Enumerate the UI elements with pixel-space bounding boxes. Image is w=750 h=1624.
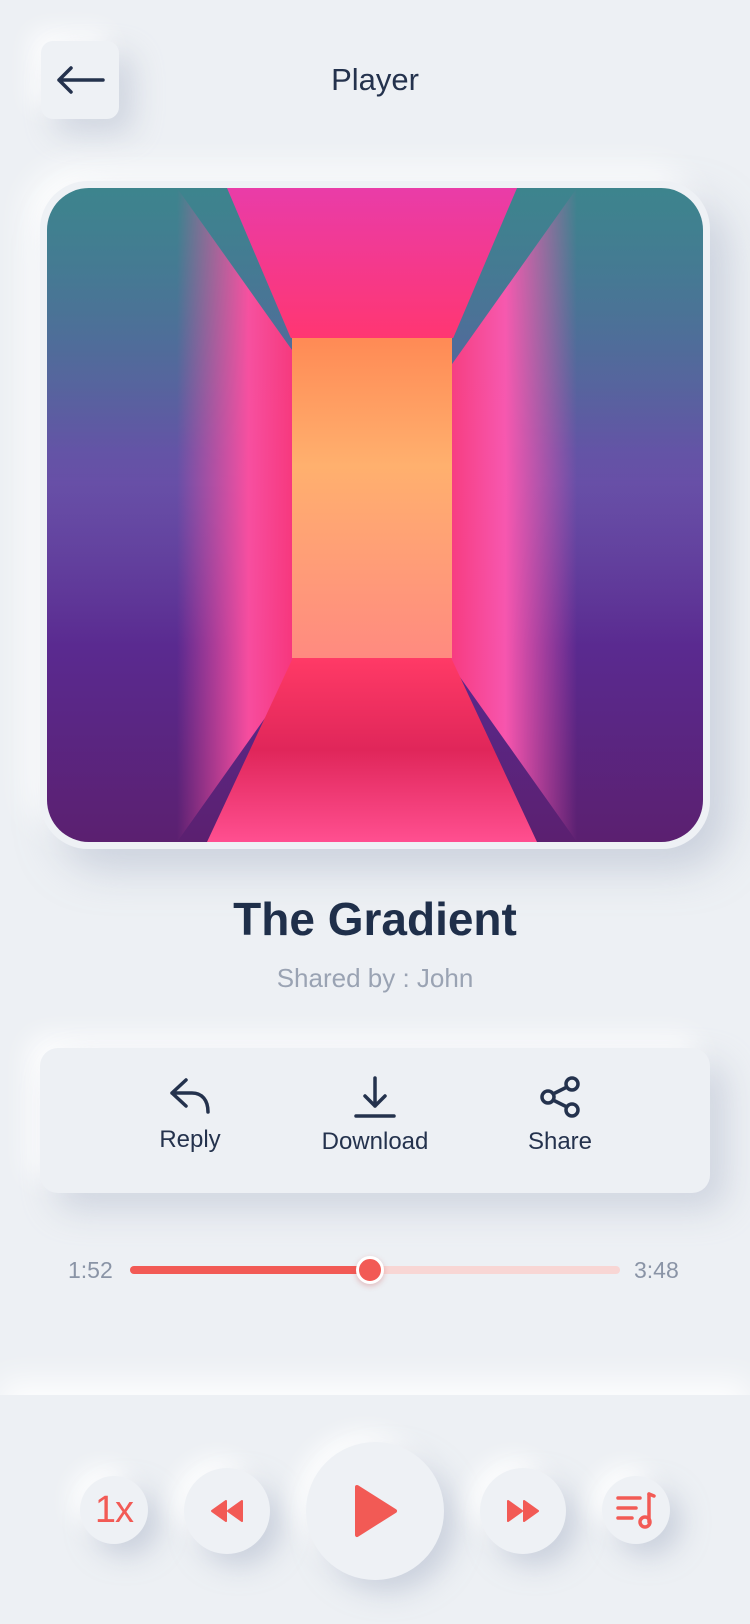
fast-forward-icon	[507, 1500, 539, 1522]
speed-icon: 1x	[94, 1488, 134, 1531]
share-icon	[540, 1076, 580, 1118]
play-button[interactable]	[306, 1442, 444, 1580]
speed-button[interactable]: 1x	[80, 1476, 148, 1544]
progress-slider[interactable]	[130, 1256, 620, 1284]
reply-button[interactable]: Reply	[110, 1076, 270, 1154]
play-icon	[355, 1485, 397, 1537]
reply-label: Reply	[159, 1126, 221, 1153]
track-title: The Gradient	[233, 893, 517, 945]
album-art-frame	[40, 181, 710, 849]
rewind-icon	[211, 1500, 243, 1522]
track-shared-by: Shared by : John	[276, 963, 474, 993]
playlist-button[interactable]	[602, 1476, 670, 1544]
download-icon	[354, 1076, 396, 1118]
current-time: 1:52	[68, 1257, 113, 1283]
total-time: 3:48	[634, 1257, 679, 1283]
rewind-button[interactable]	[184, 1468, 270, 1554]
share-label: Share	[527, 1128, 593, 1155]
reply-icon	[170, 1078, 210, 1114]
fast-forward-button[interactable]	[480, 1468, 566, 1554]
page-title: Player	[331, 62, 419, 97]
album-art	[47, 188, 703, 842]
progress-fill	[130, 1266, 371, 1274]
actions-card: Reply Download Share	[40, 1048, 710, 1193]
progress-thumb[interactable]	[356, 1256, 385, 1284]
download-label: Download	[321, 1128, 429, 1155]
playlist-icon	[616, 1492, 656, 1529]
share-button[interactable]: Share	[480, 1076, 640, 1156]
download-button[interactable]: Download	[295, 1076, 455, 1156]
